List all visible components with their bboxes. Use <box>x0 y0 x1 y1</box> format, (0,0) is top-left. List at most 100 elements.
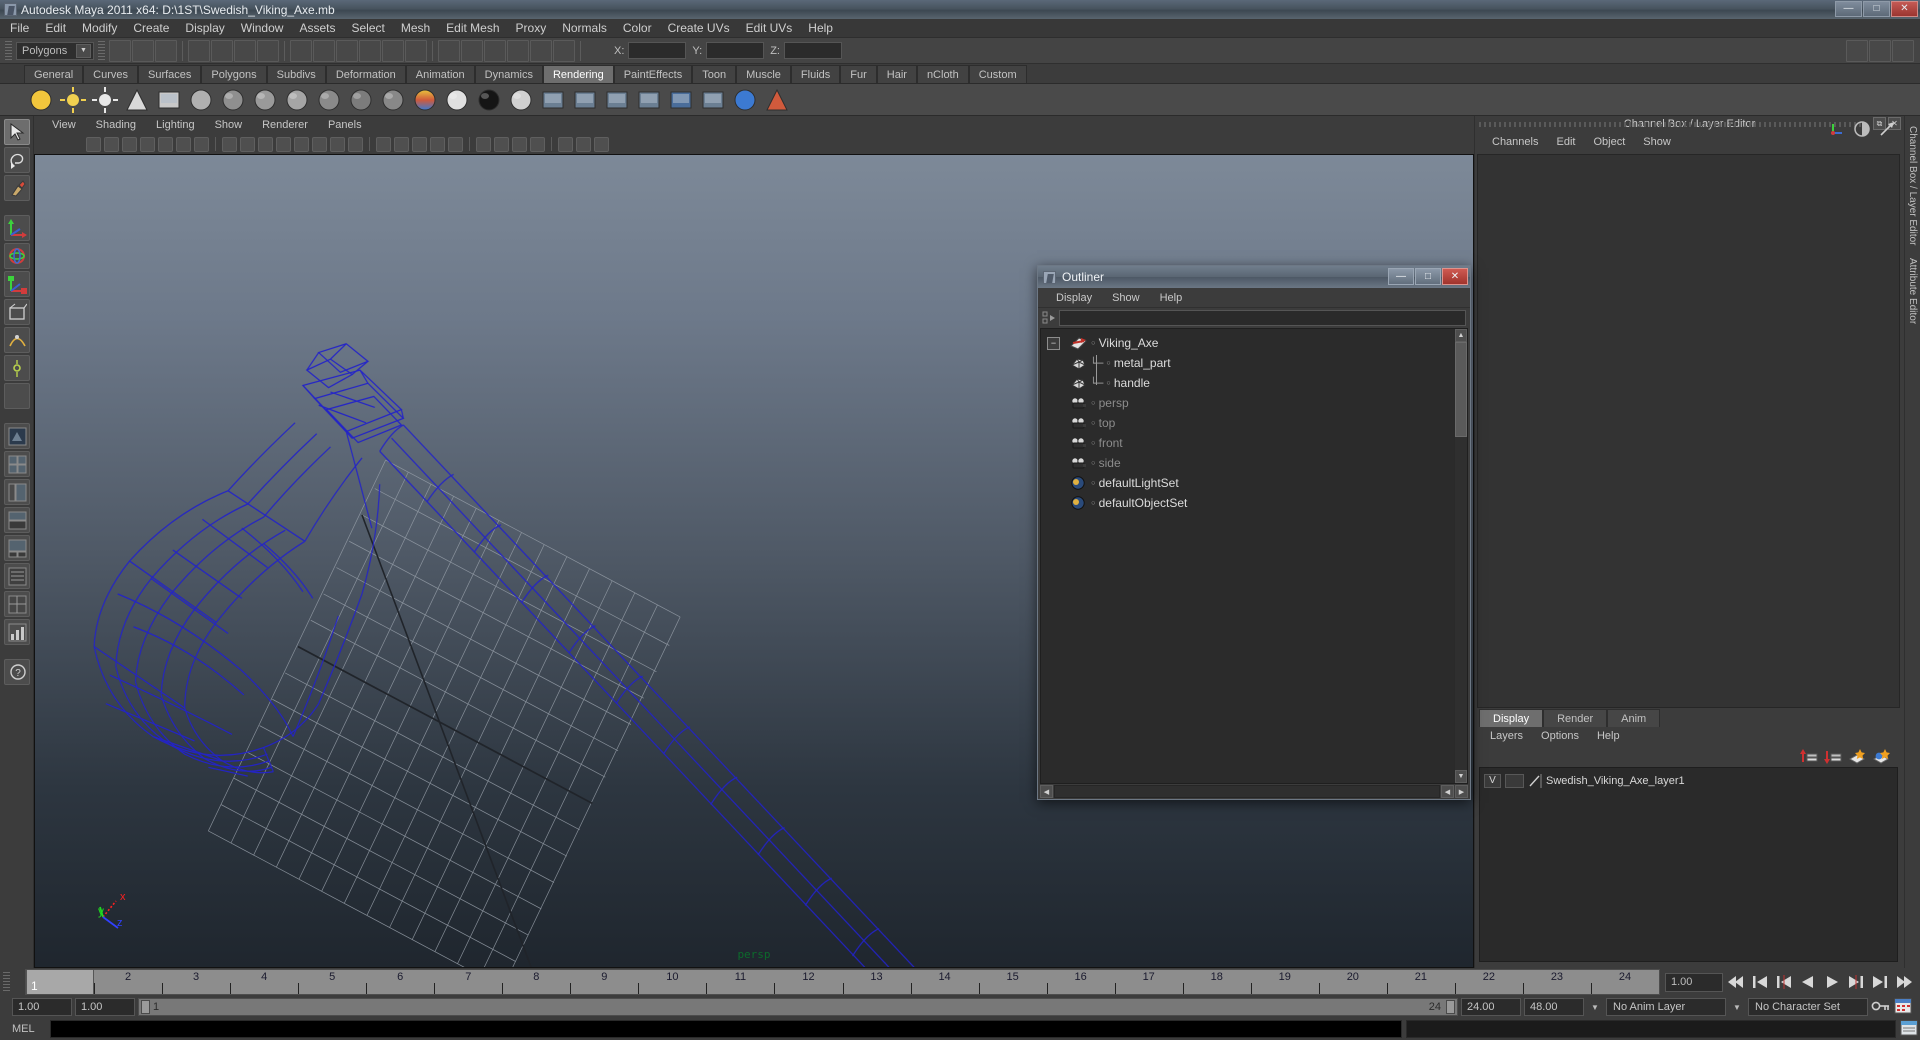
bookmark-icon[interactable] <box>122 136 137 152</box>
z-coord-input[interactable] <box>783 42 842 59</box>
anisotropic-material-icon[interactable] <box>348 87 374 113</box>
render-current-frame-icon[interactable] <box>461 39 483 62</box>
layer-move-down-icon[interactable] <box>1824 749 1842 764</box>
render-settings-icon[interactable] <box>507 39 529 62</box>
area-light-icon[interactable] <box>156 87 182 113</box>
smooth-shade-selected-icon[interactable] <box>258 136 273 152</box>
animation-preferences-icon[interactable] <box>1894 998 1914 1016</box>
rotate-tool-icon[interactable] <box>3 243 30 269</box>
create-layer-from-selection-icon[interactable] <box>1872 748 1890 764</box>
channel-box-menu-object[interactable]: Object <box>1584 136 1634 148</box>
layer-menu-options[interactable]: Options <box>1532 730 1588 742</box>
hypershade-icon[interactable] <box>530 39 552 62</box>
chevron-down-icon[interactable]: ▼ <box>1729 998 1745 1016</box>
outliner-menu-help[interactable]: Help <box>1150 292 1193 304</box>
ipr-render-icon[interactable] <box>484 39 506 62</box>
menu-item-file[interactable]: File <box>2 20 37 36</box>
range-slider[interactable]: 1 24 <box>138 998 1458 1016</box>
show-normals-icon[interactable] <box>430 136 445 152</box>
layer-color-swatch[interactable] <box>1528 773 1542 788</box>
shelf-tab-general[interactable]: General <box>24 65 84 83</box>
select-tool-icon[interactable] <box>3 119 30 145</box>
outliner-search-input[interactable] <box>1059 310 1466 326</box>
viewport-menu-show[interactable]: Show <box>205 119 253 131</box>
scroll-left-button[interactable]: ◀ <box>1040 785 1053 798</box>
shelf-tab-rendering[interactable]: Rendering <box>542 65 614 83</box>
range-end-handle[interactable] <box>1446 1000 1455 1014</box>
snap-curve-icon[interactable] <box>313 39 335 62</box>
time-slider[interactable]: 1234567891011121314151617181920212223241 <box>25 969 1660 995</box>
component-face-icon[interactable] <box>234 39 256 62</box>
menu-item-normals[interactable]: Normals <box>554 20 615 36</box>
directional-light-icon[interactable] <box>60 86 86 113</box>
shelf-tab-fur[interactable]: Fur <box>840 65 877 83</box>
select-camera-icon[interactable] <box>86 136 101 152</box>
grid-toggle-icon[interactable] <box>194 136 209 152</box>
four-view-layout-icon[interactable] <box>3 451 30 477</box>
side-tab-attribute-editor[interactable]: Attribute Editor <box>1907 258 1918 324</box>
attribute-editor-icon[interactable] <box>1878 120 1896 141</box>
help-line-toggle-icon[interactable]: ? <box>3 659 30 685</box>
move-tool-icon[interactable] <box>3 215 30 241</box>
menu-item-proxy[interactable]: Proxy <box>508 20 555 36</box>
shelf-tab-deformation[interactable]: Deformation <box>325 65 406 83</box>
show-manipulator-tool-icon[interactable] <box>3 355 30 381</box>
persp-blend-layout-icon[interactable] <box>3 619 30 645</box>
shadow-toggle-icon[interactable] <box>330 136 345 152</box>
lambert-material-icon[interactable] <box>220 87 246 113</box>
snap-point-icon[interactable] <box>336 39 358 62</box>
outliner-filter-icon[interactable] <box>1042 311 1056 325</box>
shelf-tab-curves[interactable]: Curves <box>83 65 138 83</box>
scroll-right-button[interactable]: ◀ <box>1441 785 1454 798</box>
persp-graph-layout-icon[interactable] <box>3 507 30 533</box>
channel-box-menu-channels[interactable]: Channels <box>1483 136 1547 148</box>
channel-box-attribute-list[interactable] <box>1477 154 1900 708</box>
viewport-menu-panels[interactable]: Panels <box>318 119 372 131</box>
outliner-menu-display[interactable]: Display <box>1046 292 1102 304</box>
selection-mode-select[interactable]: Polygons ▼ <box>16 41 94 60</box>
select-by-object-icon[interactable] <box>132 39 154 62</box>
shelf-tab-polygons[interactable]: Polygons <box>201 65 267 83</box>
chevron-down-icon[interactable]: ▼ <box>1587 998 1603 1016</box>
viewport-menu-lighting[interactable]: Lighting <box>146 119 205 131</box>
snap-view-plane-icon[interactable] <box>382 39 404 62</box>
viewport-menu-renderer[interactable]: Renderer <box>252 119 318 131</box>
ramp-shader-icon[interactable] <box>412 87 438 113</box>
outliner-window[interactable]: Outliner — □ ✕ Display Show Help − ◦ Vik… <box>1037 265 1471 800</box>
shading-map-icon[interactable] <box>508 87 534 113</box>
menu-item-edit[interactable]: Edit <box>37 20 74 36</box>
wireframe-shading-icon[interactable] <box>222 136 237 152</box>
show-hide-attribute-editor-icon[interactable] <box>1869 39 1891 62</box>
flat-shade-icon[interactable] <box>276 136 291 152</box>
outliner-vertical-scrollbar[interactable]: ▲ ▼ <box>1454 329 1467 783</box>
animation-end-time-field[interactable]: 48.00 <box>1524 998 1584 1016</box>
ipr-render-icon[interactable] <box>572 87 598 113</box>
outliner-item-metal_part[interactable]: └─◦metal_part <box>1041 353 1454 373</box>
play-forwards-icon[interactable] <box>1821 972 1843 992</box>
menu-item-assets[interactable]: Assets <box>291 20 343 36</box>
display-layer-row[interactable]: V Swedish_Viking_Axe_layer1 <box>1484 772 1897 789</box>
menu-item-edit-mesh[interactable]: Edit Mesh <box>438 20 507 36</box>
layer-move-up-icon[interactable] <box>1800 748 1818 764</box>
single-perspective-layout-icon[interactable] <box>3 423 30 449</box>
step-forward-key-icon[interactable] <box>1869 972 1891 992</box>
show-hide-modeling-toolkit-icon[interactable] <box>1846 39 1868 62</box>
viewport-menu-shading[interactable]: Shading <box>86 119 146 131</box>
isolate-select-icon[interactable] <box>376 136 391 152</box>
menu-item-edit-uvs[interactable]: Edit UVs <box>738 20 801 36</box>
globe-render-icon[interactable] <box>732 87 758 113</box>
shelf-tab-toon[interactable]: Toon <box>692 65 737 83</box>
y-coord-input[interactable] <box>706 42 765 59</box>
step-back-frame-icon[interactable] <box>1773 972 1795 992</box>
layer-display-type-toggle[interactable] <box>1505 773 1524 788</box>
soft-modification-tool-icon[interactable] <box>3 327 30 353</box>
show-hide-channel-box-icon[interactable] <box>1892 39 1914 62</box>
layered-shader-icon[interactable] <box>380 87 406 113</box>
time-slider-grip[interactable] <box>3 972 10 992</box>
lasso-tool-icon[interactable] <box>3 147 30 173</box>
menu-item-help[interactable]: Help <box>800 20 841 36</box>
play-backwards-icon[interactable] <box>1797 972 1819 992</box>
playback-start-time-field[interactable]: 1.00 <box>75 998 135 1016</box>
outliner-tree[interactable]: −◦Viking_Axe└─◦metal_part└─◦handle◦persp… <box>1041 329 1454 783</box>
step-back-key-icon[interactable] <box>1749 972 1771 992</box>
